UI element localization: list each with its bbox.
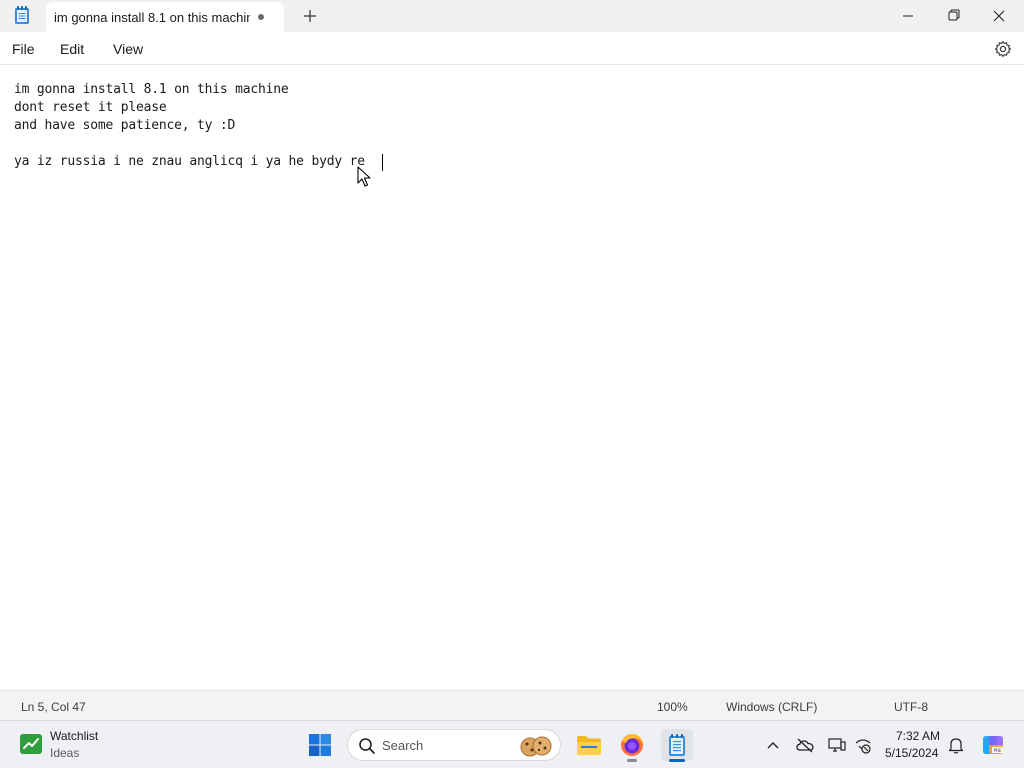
clock-time[interactable]: 7:32 AM <box>896 729 940 743</box>
taskbar-notepad[interactable] <box>661 729 693 762</box>
mouse-pointer-icon <box>357 166 371 187</box>
tab-title: im gonna install 8.1 on this machin <box>54 10 250 25</box>
firefox-icon <box>621 734 643 756</box>
svg-text:PRE: PRE <box>993 748 1001 753</box>
running-indicator <box>627 759 637 762</box>
line-ending: Windows (CRLF) <box>726 700 818 714</box>
menu-view[interactable]: View <box>113 41 143 57</box>
document-tab[interactable]: im gonna install 8.1 on this machin <box>46 2 284 32</box>
taskbar-search[interactable]: Search <box>347 729 561 761</box>
taskbar-firefox[interactable] <box>616 729 648 762</box>
widget-subtitle: Ideas <box>50 746 80 760</box>
widget-title: Watchlist <box>50 729 99 743</box>
new-tab-plus-icon[interactable] <box>298 4 322 28</box>
gear-icon[interactable] <box>994 40 1012 58</box>
encoding: UTF-8 <box>894 700 928 714</box>
editor-line-5: ya iz russia i ne znau anglicq i ya he b… <box>14 154 365 169</box>
text-editor[interactable]: im gonna install 8.1 on this machine don… <box>0 66 1024 690</box>
clock-date[interactable]: 5/15/2024 <box>885 746 938 760</box>
notepad-icon <box>669 734 685 756</box>
taskbar: Watchlist Ideas Search 7:32 AM 5/15/2024… <box>0 720 1024 768</box>
unsaved-dot-icon[interactable] <box>258 14 264 20</box>
restore-icon[interactable] <box>931 0 977 32</box>
windows-start-icon[interactable] <box>308 733 332 757</box>
display-icon[interactable] <box>827 735 847 755</box>
editor-line-3: and have some patience, ty :D <box>14 118 236 133</box>
zoom-level: 100% <box>657 700 688 714</box>
network-disconnected-icon[interactable] <box>853 735 873 755</box>
active-indicator <box>669 759 685 762</box>
text-caret <box>382 154 383 171</box>
menu-file[interactable]: File <box>12 41 35 57</box>
editor-line-1: im gonna install 8.1 on this machine <box>14 82 289 97</box>
desktop: im gonna install 8.1 on this machin File… <box>0 0 1024 768</box>
minimize-icon[interactable] <box>885 0 931 32</box>
menu-edit[interactable]: Edit <box>60 41 84 57</box>
editor-line-2: dont reset it please <box>14 100 167 115</box>
stock-chart-icon <box>20 734 42 754</box>
search-placeholder: Search <box>382 738 424 753</box>
folder-icon <box>577 736 601 755</box>
copilot-icon[interactable]: PRE <box>980 732 1006 758</box>
cookies-icon <box>520 736 552 757</box>
notification-bell-icon[interactable] <box>946 735 966 755</box>
status-bar: Ln 5, Col 47 100% Windows (CRLF) UTF-8 <box>0 690 1024 720</box>
close-icon[interactable] <box>976 0 1022 32</box>
chevron-up-icon[interactable] <box>763 735 783 755</box>
title-bar[interactable]: im gonna install 8.1 on this machin <box>0 0 1024 32</box>
notepad-app-icon <box>15 6 29 24</box>
onedrive-offline-icon[interactable] <box>795 735 815 755</box>
taskbar-file-explorer[interactable] <box>573 729 605 761</box>
cursor-position: Ln 5, Col 47 <box>21 700 86 714</box>
menu-bar: File Edit View <box>0 32 1024 65</box>
search-icon <box>359 738 375 754</box>
